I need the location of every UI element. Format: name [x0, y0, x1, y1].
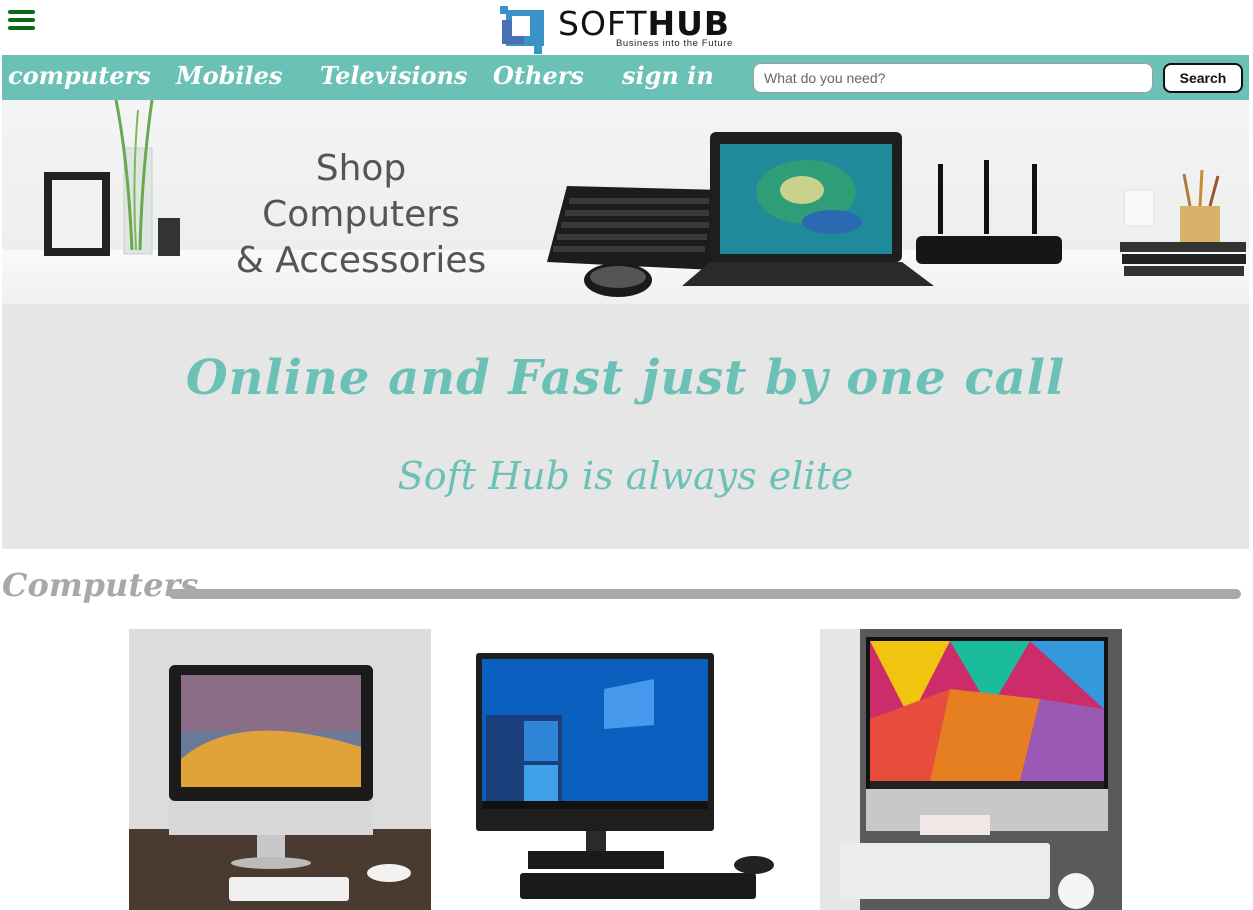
- laptop-image: [682, 132, 934, 286]
- search-input[interactable]: [753, 63, 1153, 93]
- product-card-imac[interactable]: [129, 629, 431, 910]
- main-nav: computers Mobiles Televisions Others sig…: [2, 55, 1249, 100]
- product-card-hp[interactable]: [820, 629, 1122, 910]
- product-image-dell: [474, 629, 776, 910]
- logo-tagline: Business into the Future: [616, 38, 733, 49]
- hero-text-line2: & Accessories: [235, 240, 487, 281]
- logo-mark-icon: [500, 6, 544, 54]
- product-image-hp: [820, 629, 1122, 910]
- logo-wordmark: SOFTHUB: [558, 6, 730, 42]
- nav-item-mobiles[interactable]: Mobiles: [176, 61, 282, 90]
- router-image: [916, 160, 1062, 264]
- desk-accessories-image: [1120, 170, 1246, 276]
- nav-item-televisions[interactable]: Televisions: [320, 61, 467, 90]
- nav-item-computers[interactable]: computers: [8, 61, 151, 90]
- section-divider: [169, 589, 1241, 599]
- tagline-secondary: Soft Hub is always elite: [397, 454, 854, 498]
- tagline-section: Online and Fast just by one call Soft Hu…: [2, 304, 1249, 549]
- hero-banner: Shop Computers & Accessories: [2, 100, 1249, 304]
- hero-banner-text: Shop Computers & Accessories: [220, 146, 502, 284]
- mouse-image: [584, 263, 652, 297]
- nav-item-others[interactable]: Others: [493, 61, 584, 90]
- hero-text-line1: Shop Computers: [262, 148, 460, 235]
- product-image-imac: [129, 629, 431, 910]
- photo-frame-image: [44, 172, 110, 256]
- search-button[interactable]: Search: [1163, 63, 1243, 93]
- hamburger-menu-icon[interactable]: [8, 10, 35, 32]
- tagline-primary: Online and Fast just by one call: [185, 350, 1066, 406]
- product-card-dell[interactable]: [474, 629, 776, 910]
- top-header: SOFTHUB Business into the Future: [0, 0, 1253, 55]
- site-logo[interactable]: SOFTHUB Business into the Future: [500, 6, 760, 54]
- section-title-computers: Computers: [2, 566, 199, 604]
- small-cup-image: [158, 218, 180, 256]
- nav-item-sign-in[interactable]: sign in: [622, 61, 714, 90]
